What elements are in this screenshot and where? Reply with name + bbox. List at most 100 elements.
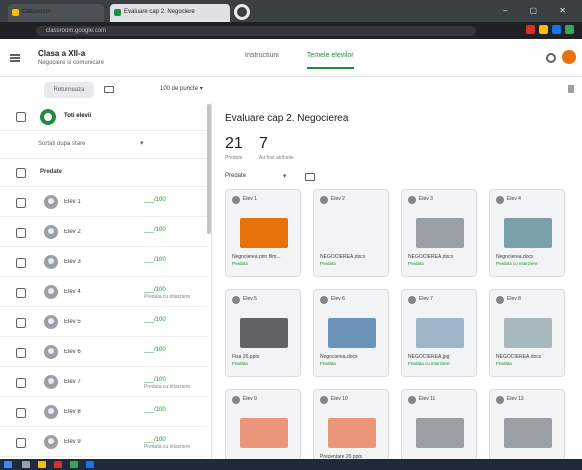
- file-thumbnail[interactable]: [416, 318, 464, 348]
- file-thumbnail[interactable]: [328, 418, 376, 448]
- submission-card[interactable]: Elev 12: [489, 389, 565, 459]
- submission-card[interactable]: Elev 8 NEGOCIEREA.docx Predata: [489, 289, 565, 377]
- student-row[interactable]: Elev 9 ___/100 Predata cu intarziere: [0, 429, 207, 457]
- grade-field[interactable]: ___/100: [144, 407, 166, 413]
- submission-card[interactable]: Elev 10 Prezentare 20.pptx: [313, 389, 389, 459]
- tab-student-work[interactable]: Temele elevilor: [306, 52, 354, 69]
- student-list-panel: Toti elevii Sortati dupa stare ▾ Predate…: [0, 103, 212, 459]
- extension-icons: [526, 25, 574, 34]
- submission-card[interactable]: Elev 5 Fisa 20.pptx Predata: [225, 289, 301, 377]
- chevron-down-icon[interactable]: ▾: [140, 139, 144, 147]
- file-thumbnail[interactable]: [240, 418, 288, 448]
- student-checkbox[interactable]: [16, 438, 26, 448]
- file-thumbnail[interactable]: [328, 218, 376, 248]
- taskbar-app-icon[interactable]: [86, 461, 94, 468]
- student-checkbox[interactable]: [16, 378, 26, 388]
- student-checkbox[interactable]: [16, 318, 26, 328]
- all-students-row[interactable]: Toti elevii: [0, 103, 207, 131]
- window-controls[interactable]: – ▢ ✕: [503, 6, 576, 15]
- section-checkbox[interactable]: [16, 168, 26, 178]
- os-taskbar: [0, 459, 582, 470]
- grade-field[interactable]: ___/100: [144, 197, 166, 203]
- submission-card[interactable]: Elev 7 NEGOCIEREA.jpg Predata cu intarzier…: [401, 289, 477, 377]
- student-row[interactable]: Elev 5 ___/100: [0, 309, 207, 337]
- return-button[interactable]: Returneaza: [44, 82, 94, 98]
- email-icon[interactable]: [104, 86, 114, 93]
- student-row[interactable]: Elev 3 ___/100: [0, 249, 207, 277]
- url-field[interactable]: classroom.google.com: [36, 26, 476, 36]
- file-thumbnail[interactable]: [240, 218, 288, 248]
- class-subtitle: Negociere si comunicare: [38, 60, 105, 66]
- card-student-name: Elev 9: [243, 396, 257, 402]
- student-checkbox[interactable]: [16, 408, 26, 418]
- tab-instructions[interactable]: Instructiuni: [245, 52, 279, 69]
- student-row[interactable]: Elev 1 ___/100: [0, 189, 207, 217]
- grade-field[interactable]: ___/100: [144, 287, 166, 293]
- grade-field[interactable]: ___/100: [144, 227, 166, 233]
- start-icon[interactable]: [4, 461, 12, 468]
- submission-card[interactable]: Elev 11: [401, 389, 477, 459]
- points-select[interactable]: 100 de puncte ▾: [160, 85, 203, 92]
- extension-icon[interactable]: [539, 25, 548, 34]
- submission-card[interactable]: Elev 1 Negocierea prin film... Predata: [225, 189, 301, 277]
- gear-icon[interactable]: [546, 53, 556, 63]
- select-all-checkbox[interactable]: [16, 112, 26, 122]
- avatar: [496, 396, 504, 404]
- card-student-name: Elev 2: [331, 196, 345, 202]
- scrollbar[interactable]: [207, 104, 211, 234]
- browser-tab-classroom[interactable]: Classroom: [8, 4, 104, 22]
- filter-select[interactable]: Predate: [225, 173, 246, 179]
- student-checkbox[interactable]: [16, 348, 26, 358]
- options-icon[interactable]: [568, 85, 574, 93]
- submission-status: Predata: [496, 361, 512, 366]
- grade-field[interactable]: ___/100: [144, 437, 166, 443]
- student-row[interactable]: Elev 8 ___/100: [0, 399, 207, 427]
- file-thumbnail[interactable]: [328, 318, 376, 348]
- grade-field[interactable]: ___/100: [144, 257, 166, 263]
- submission-card[interactable]: Elev 4 Negocierea.docx Predata cu intarzie…: [489, 189, 565, 277]
- menu-icon[interactable]: [10, 54, 20, 62]
- grade-field[interactable]: ___/100: [144, 317, 166, 323]
- submission-card[interactable]: Elev 3 NEGOCIEREA.docx Predata: [401, 189, 477, 277]
- file-thumbnail[interactable]: [416, 218, 464, 248]
- student-checkbox[interactable]: [16, 198, 26, 208]
- student-row[interactable]: Elev 6 ___/100: [0, 339, 207, 367]
- taskbar-app-icon[interactable]: [22, 461, 30, 468]
- student-checkbox[interactable]: [16, 258, 26, 268]
- student-row[interactable]: Elev 7 ___/100 Predata cu intarziere: [0, 369, 207, 397]
- avatar: [44, 195, 58, 209]
- main-area: Evaluare cap 2. Negocierea 21 Predate 7 …: [213, 103, 582, 459]
- file-thumbnail[interactable]: [416, 418, 464, 448]
- submission-card[interactable]: Elev 2 NEGOCIEREA.docx Predata: [313, 189, 389, 277]
- extension-icon[interactable]: [526, 25, 535, 34]
- header-tabs: Instructiuni Temele elevilor: [245, 52, 354, 69]
- turned-in-count: 21: [225, 135, 243, 152]
- grade-field[interactable]: ___/100: [144, 347, 166, 353]
- chevron-down-icon[interactable]: ▾: [283, 172, 287, 180]
- taskbar-app-icon[interactable]: [70, 461, 78, 468]
- account-avatar[interactable]: [562, 50, 576, 64]
- file-thumbnail[interactable]: [240, 318, 288, 348]
- file-thumbnail[interactable]: [504, 218, 552, 248]
- taskbar-app-icon[interactable]: [54, 461, 62, 468]
- submission-card[interactable]: Elev 6 Negocierea.docx Predata: [313, 289, 389, 377]
- folder-icon[interactable]: [305, 173, 315, 181]
- students-group-icon: [40, 109, 56, 125]
- student-checkbox[interactable]: [16, 288, 26, 298]
- extension-icon[interactable]: [565, 25, 574, 34]
- student-checkbox[interactable]: [16, 228, 26, 238]
- extension-icon[interactable]: [552, 25, 561, 34]
- student-row[interactable]: Elev 2 ___/100: [0, 219, 207, 247]
- new-tab-icon[interactable]: [234, 4, 250, 20]
- student-row[interactable]: Elev 4 ___/100 Predata cu intarziere: [0, 279, 207, 307]
- submission-card[interactable]: Elev 9: [225, 389, 301, 459]
- student-name: Elev 9: [64, 439, 81, 445]
- browser-tab-assignment[interactable]: Evaluare cap 2. Negociere: [110, 4, 230, 22]
- sort-row[interactable]: Sortati dupa stare ▾: [0, 131, 207, 159]
- taskbar-app-icon[interactable]: [38, 461, 46, 468]
- assigned-count: 7: [259, 135, 268, 152]
- tab-favicon-icon: [114, 9, 121, 16]
- file-thumbnail[interactable]: [504, 318, 552, 348]
- file-thumbnail[interactable]: [504, 418, 552, 448]
- grade-field[interactable]: ___/100: [144, 377, 166, 383]
